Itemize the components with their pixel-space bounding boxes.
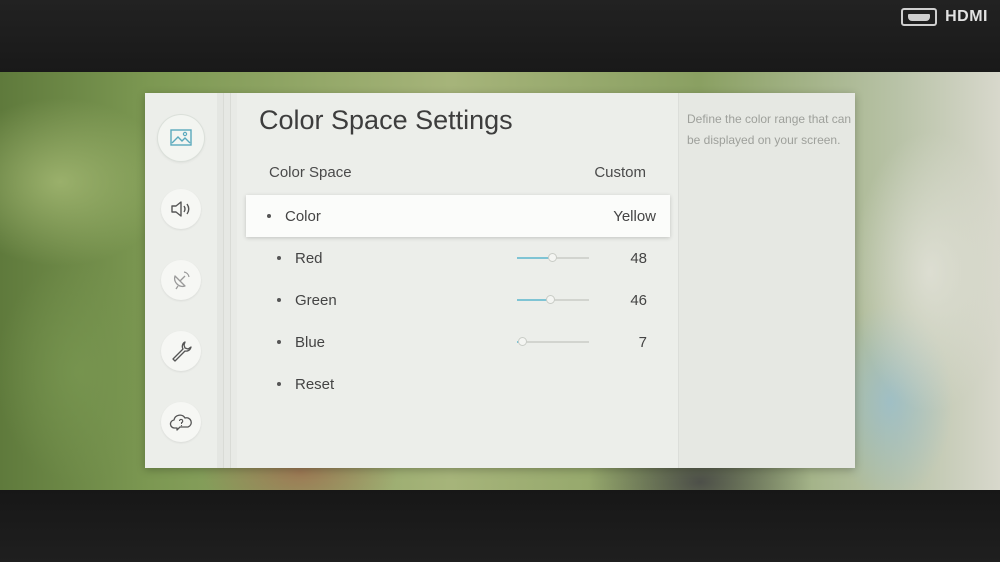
channel-row-blue[interactable]: Blue 7 xyxy=(246,321,670,363)
speaker-icon xyxy=(171,201,190,217)
category-rail xyxy=(145,93,217,468)
bullet xyxy=(277,256,281,260)
picture-icon xyxy=(170,129,192,146)
page-title: Color Space Settings xyxy=(259,105,513,135)
rail-divider xyxy=(217,93,237,468)
letterbox-top xyxy=(0,0,1000,72)
sidebar-item-general[interactable] xyxy=(161,331,201,371)
green-slider[interactable] xyxy=(517,295,589,304)
red-value: 48 xyxy=(630,249,647,267)
blue-value: 7 xyxy=(638,333,647,351)
blue-slider-knob[interactable] xyxy=(518,337,528,346)
settings-panel: Color Space Settings Color Space Custom … xyxy=(145,93,855,468)
red-slider-knob[interactable] xyxy=(547,253,557,262)
color-row[interactable]: Color Yellow xyxy=(246,195,670,237)
sidebar-item-picture[interactable] xyxy=(158,115,204,161)
description-text: Define the color range that can be displ… xyxy=(687,112,852,147)
wrench-icon xyxy=(172,341,192,362)
bullet xyxy=(277,340,281,344)
bullet xyxy=(277,382,281,386)
red-label: Red xyxy=(295,249,323,267)
bullet xyxy=(267,214,271,218)
color-label: Color xyxy=(285,207,321,225)
reset-row[interactable]: Reset xyxy=(246,363,670,405)
color-space-label: Color Space xyxy=(269,164,352,181)
color-space-row[interactable]: Color Space Custom xyxy=(269,164,646,181)
hdmi-port-icon xyxy=(901,8,938,26)
red-slider-fill xyxy=(517,257,552,259)
blue-slider[interactable] xyxy=(517,337,589,346)
blue-label: Blue xyxy=(295,333,326,351)
green-value: 46 xyxy=(630,291,647,309)
letterbox-bottom xyxy=(0,490,1000,562)
sidebar-item-support[interactable] xyxy=(161,402,201,442)
color-value: Yellow xyxy=(613,207,656,225)
satellite-icon xyxy=(174,271,190,290)
bullet xyxy=(277,298,281,302)
description-pane: Define the color range that can be displ… xyxy=(678,93,855,468)
sidebar-item-broadcasting[interactable] xyxy=(161,260,201,300)
channel-row-red[interactable]: Red 48 xyxy=(246,237,670,279)
channel-row-green[interactable]: Green 46 xyxy=(246,279,670,321)
green-slider-knob[interactable] xyxy=(546,295,556,304)
reset-label: Reset xyxy=(295,375,335,393)
green-label: Green xyxy=(295,291,337,309)
source-indicator: HDMI xyxy=(901,8,988,26)
support-cloud-icon xyxy=(169,414,192,431)
sidebar-item-sound[interactable] xyxy=(161,189,201,229)
source-label: HDMI xyxy=(945,8,988,25)
red-slider[interactable] xyxy=(517,253,589,262)
menu-content: Color Space Settings Color Space Custom … xyxy=(237,93,678,468)
color-space-value: Custom xyxy=(594,164,646,181)
